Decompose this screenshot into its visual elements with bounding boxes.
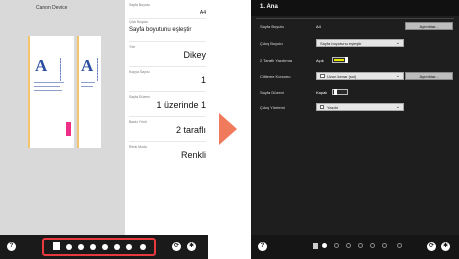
- setting-output-size[interactable]: Çıktı Boyutu Sayfa boyutunu eşleştir: [129, 20, 206, 42]
- help-icon[interactable]: ?: [258, 242, 267, 251]
- setting-orientation[interactable]: Yön Dikey: [129, 45, 206, 67]
- preview-text-line: [81, 82, 95, 83]
- section-header: 1. Ana: [251, 0, 459, 16]
- setting-value: 2 taraflı: [175, 125, 206, 135]
- row-label: Sayfa Düzeni: [260, 90, 284, 95]
- preview-text-line: [34, 90, 62, 91]
- row-value: Kapalı: [316, 90, 328, 95]
- chevron-down-icon: ⌄: [395, 40, 400, 46]
- setting-value: 1: [200, 75, 206, 85]
- setting-color-mode[interactable]: Renk Modu Renkli: [129, 145, 206, 167]
- preview-text-line: [34, 82, 64, 83]
- row-page-layout: Sayfa Düzeni Kapalı: [260, 88, 456, 98]
- page-nav-dot[interactable]: [370, 243, 375, 248]
- row-label: 2 Taraflı Yazdırma: [260, 58, 293, 63]
- toggle-fill: [334, 59, 344, 61]
- toggle-thumb: [334, 89, 337, 95]
- preview-vertical-text: ━━━━━━━━: [95, 58, 100, 82]
- setting-value: Sayfa boyutunu eşleştir: [129, 27, 192, 33]
- setting-value: A4: [199, 10, 206, 16]
- left-print-screen: Canon Device A ━━━━━━━━ A ━━━━━━━━ Sayfa…: [0, 0, 208, 259]
- row-label: Sayfa Boyutu: [260, 24, 284, 29]
- chevron-down-icon: ⌄: [395, 73, 400, 79]
- print-preview-pane: Canon Device A ━━━━━━━━ A ━━━━━━━━: [0, 0, 125, 235]
- staple-select[interactable]: Uzun kenar (sol) ⌄: [316, 72, 404, 80]
- preview-page-2[interactable]: A ━━━━━━━━: [77, 36, 101, 148]
- right-print-screen: 1. Ana Sayfa Boyutu A4 Ayrıntılar... Çık…: [251, 0, 459, 259]
- setting-value: 1 üzerinde 1: [156, 100, 206, 110]
- help-icon[interactable]: ?: [7, 242, 16, 251]
- printer-icon: [320, 105, 324, 109]
- chevron-down-icon: ⌄: [395, 104, 400, 110]
- print-icon[interactable]: ✱: [441, 242, 450, 251]
- page-nav-dot[interactable]: [346, 243, 351, 248]
- row-output-method: Çıkış Yöntemi Yazdır ⌄: [260, 103, 456, 113]
- orientation-icon: [320, 74, 325, 78]
- preview-page-1[interactable]: A ━━━━━━━━: [28, 36, 74, 148]
- preview-text-line: [81, 86, 93, 87]
- page-nav-dot[interactable]: [358, 243, 363, 248]
- setting-duplex[interactable]: Baskı Yönü 2 taraflı: [129, 120, 206, 142]
- row-paper-size: Sayfa Boyutu A4 Ayrıntılar...: [260, 22, 456, 32]
- output-size-select[interactable]: Sayfa boyutunu eşleştir ⌄: [316, 39, 404, 47]
- nav-highlight-frame: [42, 238, 156, 256]
- setting-paper-size[interactable]: Sayfa Boyutu A4: [129, 3, 206, 19]
- print-icon[interactable]: ✱: [187, 242, 196, 251]
- row-staple: Ciltleme Konumu Uzun kenar (sol) ⌄ Ayrın…: [260, 72, 456, 82]
- device-title: Canon Device: [36, 5, 68, 11]
- setting-value: Dikey: [183, 50, 206, 60]
- preview-vertical-text: ━━━━━━━━: [58, 58, 63, 82]
- settings-gear-icon[interactable]: [397, 243, 402, 248]
- row-label: Ciltleme Konumu: [260, 74, 291, 79]
- preview-letter: A: [35, 56, 48, 75]
- page-nav-dot[interactable]: [334, 243, 339, 248]
- row-label: Çıkış Yöntemi: [260, 105, 285, 110]
- duplex-toggle[interactable]: [332, 57, 348, 63]
- toggle-thumb: [345, 57, 348, 63]
- row-value: A4: [316, 24, 321, 29]
- row-duplex: 2 Taraflı Yazdırma Açık: [260, 56, 456, 66]
- setting-value: Renkli: [180, 150, 206, 160]
- preview-letter: A: [81, 56, 94, 75]
- page-nav-dot-active[interactable]: [322, 243, 327, 248]
- row-label: Çıkış Boyutu: [260, 41, 283, 46]
- section-title: 1. Ana: [260, 4, 278, 10]
- page-layout-toggle[interactable]: [332, 89, 348, 95]
- preview-text-line: [34, 86, 60, 87]
- details-button[interactable]: Ayrıntılar...: [405, 22, 453, 30]
- header-divider: [256, 18, 454, 19]
- output-method-select[interactable]: Yazdır ⌄: [316, 103, 404, 111]
- row-value: Açık: [316, 58, 324, 63]
- setting-copies[interactable]: Kopya Sayısı 1: [129, 70, 206, 92]
- refresh-icon[interactable]: ⟳: [427, 242, 436, 251]
- details-button[interactable]: Ayrıntılar...: [405, 72, 453, 80]
- preview-pink-block: [66, 122, 71, 136]
- setting-page-layout[interactable]: Sayfa Düzeni 1 üzerinde 1: [129, 95, 206, 117]
- settings-panel: Sayfa Boyutu A4 Çıktı Boyutu Sayfa boyut…: [125, 0, 208, 235]
- printer-icon[interactable]: [313, 243, 318, 249]
- screen-comparison: Canon Device A ━━━━━━━━ A ━━━━━━━━ Sayfa…: [0, 0, 459, 259]
- arrow-right-icon: [219, 113, 237, 145]
- row-output-size: Çıkış Boyutu Sayfa boyutunu eşleştir ⌄: [260, 39, 456, 49]
- right-bottom-app-bar: ? ⟳ ✱: [251, 235, 459, 259]
- refresh-icon[interactable]: ⟳: [172, 242, 181, 251]
- page-nav-dot[interactable]: [382, 243, 387, 248]
